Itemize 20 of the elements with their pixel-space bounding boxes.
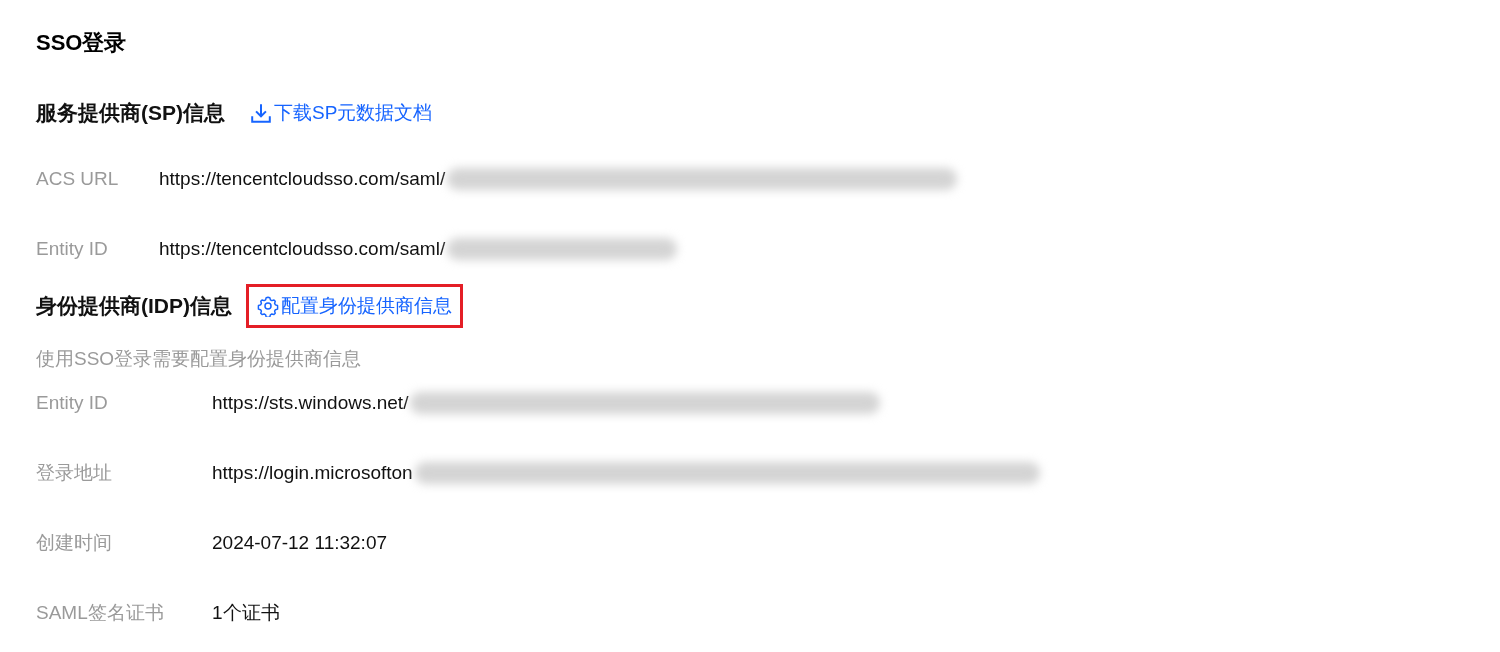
field-value: https://login.microsofton bbox=[212, 462, 413, 484]
download-link[interactable]: 下载SP元数据文档 bbox=[239, 91, 444, 135]
section-heading: 身份提供商(IDP)信息 bbox=[36, 293, 232, 319]
hint-text: 使用SSO登录需要配置身份提供商信息 bbox=[36, 347, 363, 371]
section-heading: 服务提供商(SP)信息 bbox=[36, 100, 225, 126]
field-value: 1个证书 bbox=[212, 601, 280, 625]
field-label: ACS URL bbox=[36, 168, 120, 190]
field-label: SAML签名证书 bbox=[36, 601, 165, 625]
download-icon bbox=[250, 102, 272, 124]
field-value: https://sts.windows.net/ bbox=[212, 392, 409, 414]
field-label: Entity ID bbox=[36, 392, 109, 414]
field-label: 登录地址 bbox=[36, 461, 113, 485]
field-value: https://tencentcloudsso.com/saml/ bbox=[159, 238, 446, 260]
field-label: Entity ID bbox=[36, 238, 109, 260]
page-title: SSO登录 bbox=[36, 29, 128, 57]
field-label: 创建时间 bbox=[36, 531, 113, 555]
settings-icon bbox=[257, 295, 279, 317]
configure-link[interactable]: 配置身份提供商信息 bbox=[246, 284, 463, 328]
field-value: 2024-07-12 11:32:07 bbox=[212, 532, 388, 554]
field-value: https://tencentcloudsso.com/saml/ bbox=[159, 168, 446, 190]
